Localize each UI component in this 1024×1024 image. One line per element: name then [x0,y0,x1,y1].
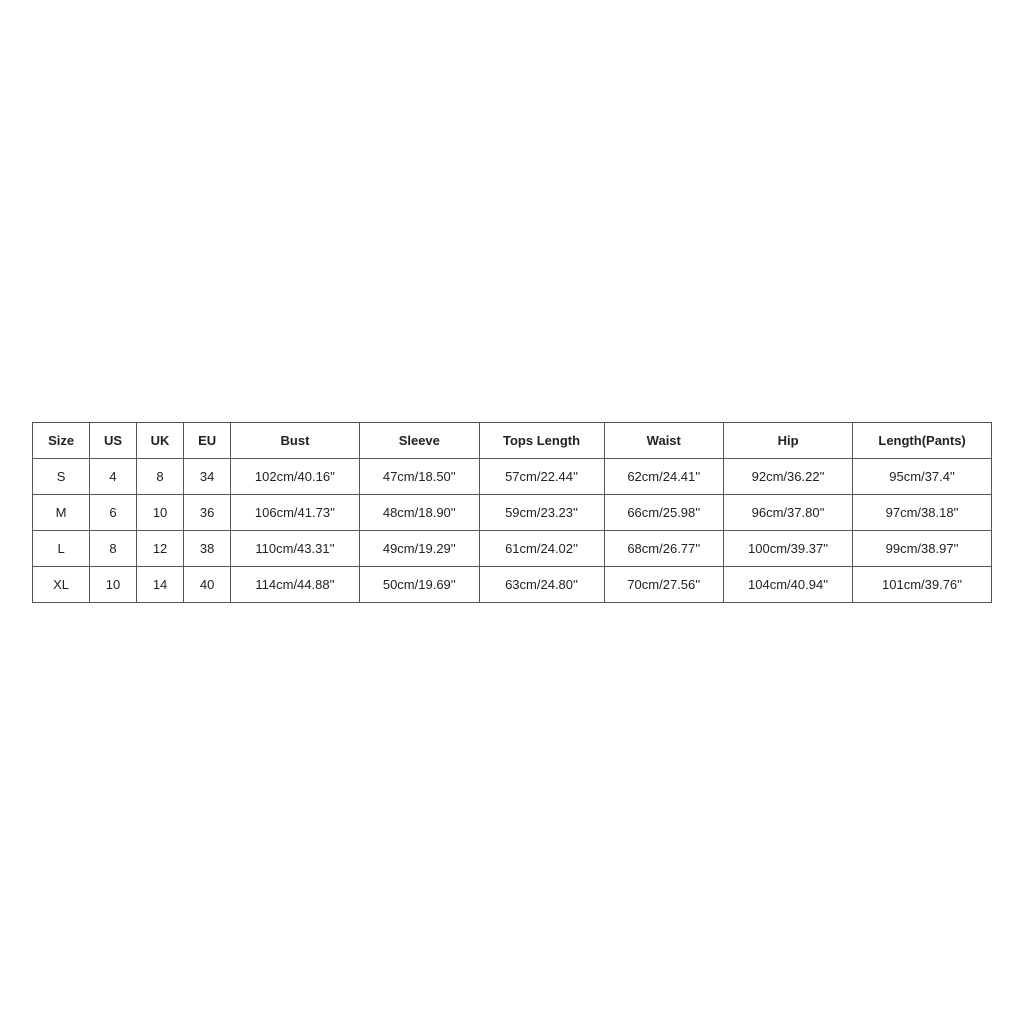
cell-sleeve-row0: 47cm/18.50'' [360,458,480,494]
cell-uk-row0: 8 [136,458,184,494]
cell-us-row3: 10 [90,566,137,602]
cell-bust-row2: 110cm/43.31'' [230,530,359,566]
header-length-pants: Length(Pants) [853,422,992,458]
table-row: L81238110cm/43.31''49cm/19.29''61cm/24.0… [33,530,992,566]
cell-size-row3: XL [33,566,90,602]
cell-length_pants-row3: 101cm/39.76'' [853,566,992,602]
cell-us-row0: 4 [90,458,137,494]
cell-waist-row0: 62cm/24.41'' [604,458,724,494]
header-sleeve: Sleeve [360,422,480,458]
cell-size-row2: L [33,530,90,566]
cell-hip-row0: 92cm/36.22'' [724,458,853,494]
cell-length_pants-row2: 99cm/38.97'' [853,530,992,566]
cell-us-row1: 6 [90,494,137,530]
cell-tops_length-row2: 61cm/24.02'' [479,530,604,566]
cell-uk-row2: 12 [136,530,184,566]
cell-us-row2: 8 [90,530,137,566]
table-row: XL101440114cm/44.88''50cm/19.69''63cm/24… [33,566,992,602]
header-size: Size [33,422,90,458]
table-row: S4834102cm/40.16''47cm/18.50''57cm/22.44… [33,458,992,494]
header-waist: Waist [604,422,724,458]
cell-size-row1: M [33,494,90,530]
cell-sleeve-row3: 50cm/19.69'' [360,566,480,602]
cell-bust-row0: 102cm/40.16'' [230,458,359,494]
cell-tops_length-row3: 63cm/24.80'' [479,566,604,602]
cell-eu-row3: 40 [184,566,231,602]
cell-tops_length-row1: 59cm/23.23'' [479,494,604,530]
size-chart-table: Size US UK EU Bust Sleeve Tops Length Wa… [32,422,992,603]
header-bust: Bust [230,422,359,458]
cell-hip-row2: 100cm/39.37'' [724,530,853,566]
cell-eu-row0: 34 [184,458,231,494]
cell-bust-row1: 106cm/41.73'' [230,494,359,530]
cell-bust-row3: 114cm/44.88'' [230,566,359,602]
header-us: US [90,422,137,458]
cell-tops_length-row0: 57cm/22.44'' [479,458,604,494]
cell-eu-row1: 36 [184,494,231,530]
cell-length_pants-row1: 97cm/38.18'' [853,494,992,530]
cell-length_pants-row0: 95cm/37.4'' [853,458,992,494]
header-hip: Hip [724,422,853,458]
cell-waist-row3: 70cm/27.56'' [604,566,724,602]
cell-uk-row1: 10 [136,494,184,530]
cell-waist-row2: 68cm/26.77'' [604,530,724,566]
cell-waist-row1: 66cm/25.98'' [604,494,724,530]
cell-sleeve-row2: 49cm/19.29'' [360,530,480,566]
cell-eu-row2: 38 [184,530,231,566]
cell-size-row0: S [33,458,90,494]
cell-uk-row3: 14 [136,566,184,602]
cell-hip-row1: 96cm/37.80'' [724,494,853,530]
header-uk: UK [136,422,184,458]
cell-hip-row3: 104cm/40.94'' [724,566,853,602]
size-chart-container: Size US UK EU Bust Sleeve Tops Length Wa… [32,422,992,603]
cell-sleeve-row1: 48cm/18.90'' [360,494,480,530]
header-tops-length: Tops Length [479,422,604,458]
table-header-row: Size US UK EU Bust Sleeve Tops Length Wa… [33,422,992,458]
table-row: M61036106cm/41.73''48cm/18.90''59cm/23.2… [33,494,992,530]
header-eu: EU [184,422,231,458]
